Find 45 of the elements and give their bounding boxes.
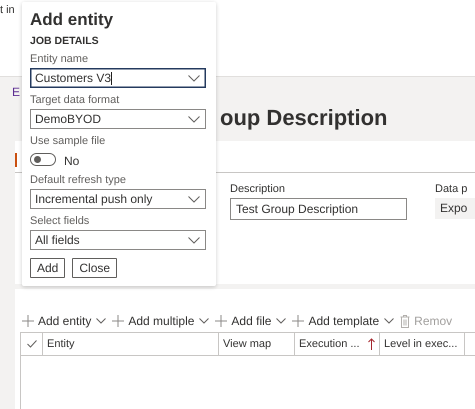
dialog-title: Add entity bbox=[30, 10, 114, 30]
chevron-down-icon bbox=[384, 318, 394, 324]
readonly-field: Expo bbox=[435, 198, 475, 219]
field-label: Target data format bbox=[30, 94, 120, 106]
field-label: Data p bbox=[435, 183, 468, 195]
chevron-down-icon bbox=[188, 196, 200, 203]
chevron-down-icon bbox=[188, 75, 200, 82]
toggle-label: No bbox=[64, 154, 80, 168]
dropdown-field[interactable]: DemoBYOD bbox=[30, 109, 206, 129]
column-header[interactable]: Execution ... bbox=[295, 333, 380, 355]
dialog-button[interactable]: Add bbox=[30, 258, 66, 278]
toolbar-button[interactable]: Add entity bbox=[22, 314, 106, 328]
toolbar-button[interactable]: Add multiple bbox=[112, 314, 210, 328]
chevron-down-icon bbox=[96, 318, 106, 324]
tab-marker-icon bbox=[15, 153, 17, 167]
checkmark-icon[interactable] bbox=[26, 340, 36, 348]
plus-icon bbox=[215, 315, 228, 327]
trash-icon bbox=[400, 314, 410, 328]
field-label: Entity name bbox=[30, 53, 90, 65]
field-label: Default refresh type bbox=[30, 174, 127, 186]
field-label: Description bbox=[230, 183, 286, 195]
column-header[interactable]: Level in exec... bbox=[380, 333, 465, 355]
field-label: Select fields bbox=[30, 215, 90, 227]
toolbar-button[interactable]: Add template bbox=[292, 314, 394, 328]
column-header[interactable]: View map bbox=[219, 333, 295, 355]
page-title: oup Description bbox=[220, 105, 388, 131]
dropdown-field[interactable]: Customers V3 bbox=[30, 68, 206, 88]
plus-icon bbox=[22, 315, 34, 327]
dropdown-field[interactable]: Incremental push only bbox=[30, 189, 206, 209]
toggle-switch[interactable] bbox=[30, 152, 56, 166]
plus-icon bbox=[112, 315, 124, 327]
field-label: Use sample file bbox=[30, 135, 106, 147]
chevron-down-icon bbox=[188, 116, 200, 123]
toolbar-button[interactable]: Add file bbox=[215, 314, 286, 328]
page-text: t in bbox=[0, 4, 15, 16]
dialog-button[interactable]: Close bbox=[72, 258, 118, 278]
chevron-down-icon bbox=[276, 318, 286, 324]
breadcrumb-link[interactable]: E bbox=[12, 85, 20, 99]
chevron-down-icon bbox=[188, 237, 200, 244]
plus-icon bbox=[292, 315, 304, 327]
column-header[interactable]: Entity bbox=[43, 333, 219, 355]
dropdown-field[interactable]: All fields bbox=[30, 230, 206, 250]
chevron-down-icon bbox=[199, 318, 210, 324]
description-field[interactable]: Test Group Description bbox=[230, 198, 407, 220]
section-heading: JOB DETAILS bbox=[30, 35, 100, 47]
